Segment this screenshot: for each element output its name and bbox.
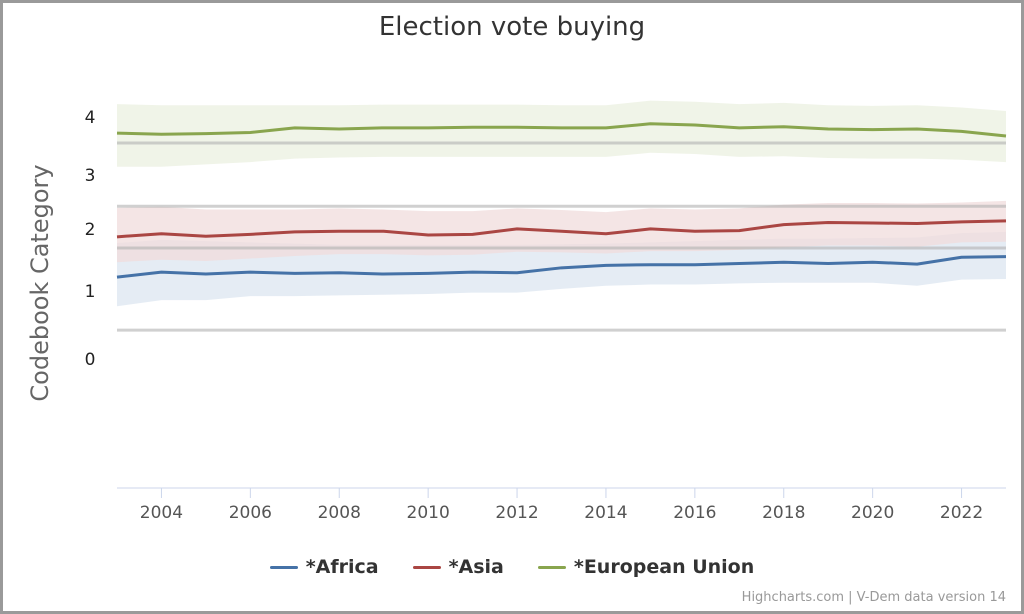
legend-item-asia[interactable]: *Asia <box>412 556 504 578</box>
legend-line-icon <box>537 565 566 569</box>
legend-line-icon <box>269 565 298 569</box>
legend-label: *European Union <box>573 556 755 578</box>
legend-label: *Africa <box>305 556 379 578</box>
legend-item-europeanunion[interactable]: *European Union <box>537 556 755 578</box>
legend-line-icon <box>412 565 441 569</box>
legend-label: *Asia <box>448 556 504 578</box>
credits-link[interactable]: Highcharts.com | V-Dem data version 14 <box>742 590 1006 605</box>
legend: *Africa *Asia *European Union <box>0 556 1024 578</box>
plot-area <box>116 100 1007 498</box>
legend-item-africa[interactable]: *Africa <box>269 556 379 578</box>
